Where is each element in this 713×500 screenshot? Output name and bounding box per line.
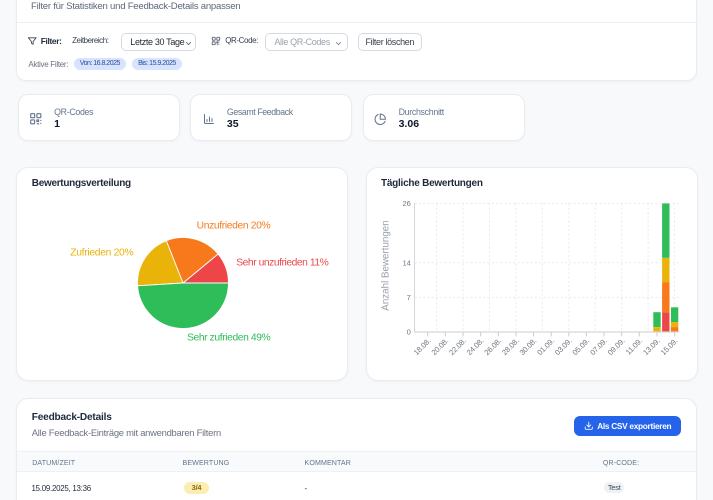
svg-text:07.09.: 07.09. — [588, 336, 609, 357]
svg-text:22.08.: 22.08. — [447, 336, 468, 357]
svg-text:0: 0 — [407, 328, 411, 337]
svg-text:28.08.: 28.08. — [500, 336, 521, 357]
svg-text:03.09.: 03.09. — [553, 336, 574, 357]
svg-text:24.08.: 24.08. — [465, 336, 486, 357]
svg-text:14: 14 — [402, 258, 410, 267]
svg-text:30.08.: 30.08. — [518, 336, 539, 357]
svg-text:26: 26 — [402, 199, 410, 208]
svg-text:26.08.: 26.08. — [482, 336, 503, 357]
svg-text:09.09.: 09.09. — [606, 336, 627, 357]
svg-text:18.08.: 18.08. — [412, 336, 433, 357]
svg-text:7: 7 — [407, 293, 411, 302]
svg-text:Anzahl Bewertungen: Anzahl Bewertungen — [381, 220, 392, 310]
svg-text:20.08.: 20.08. — [430, 336, 451, 357]
svg-text:15.09.: 15.09. — [659, 336, 680, 357]
svg-text:13.09.: 13.09. — [641, 336, 662, 357]
svg-text:05.09.: 05.09. — [571, 336, 592, 357]
svg-text:01.09.: 01.09. — [535, 336, 556, 357]
svg-text:11.09.: 11.09. — [624, 336, 644, 356]
